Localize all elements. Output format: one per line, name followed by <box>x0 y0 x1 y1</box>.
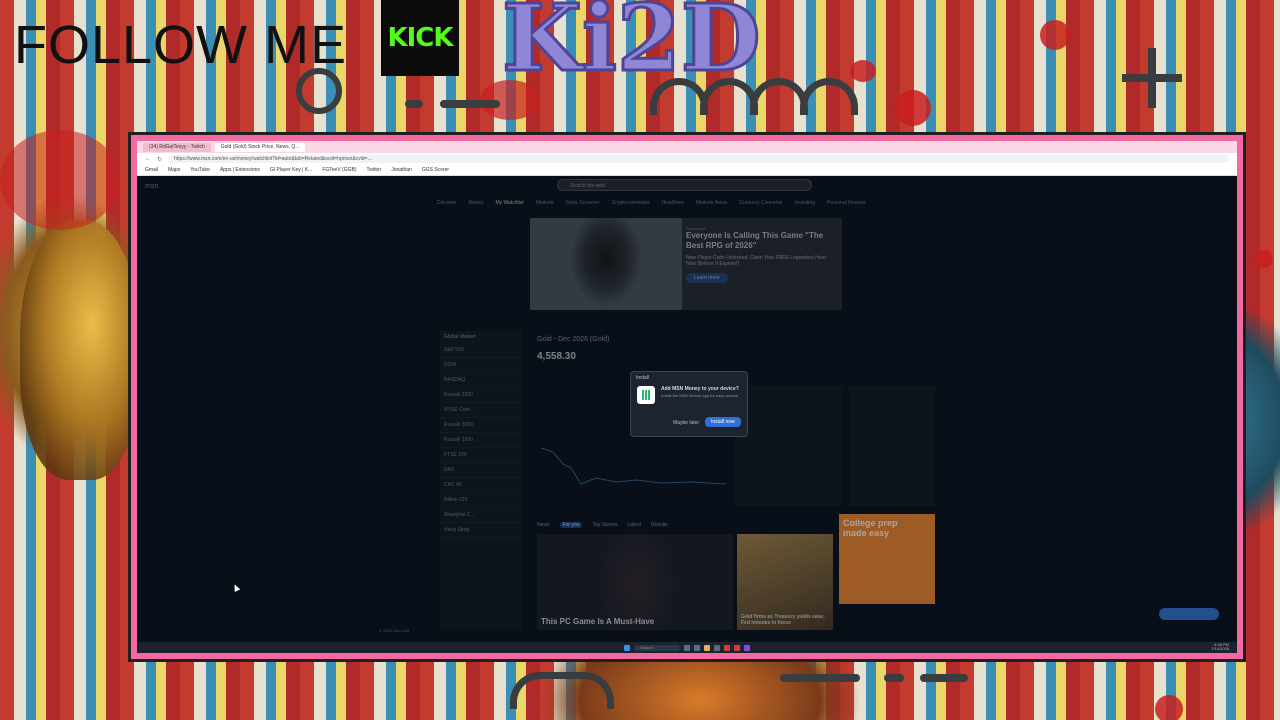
msn-money-app-icon <box>637 386 655 404</box>
bookmark-item[interactable]: GI Player Key | K... <box>270 167 312 173</box>
install-dialog-title: Add MSN Money to your device? <box>661 386 739 392</box>
msn-money-page: msn Search the web Discover Money My Wat… <box>137 176 1237 642</box>
bookmark-item[interactable]: Gmail <box>145 167 158 173</box>
folder-icon[interactable] <box>704 644 710 651</box>
start-icon[interactable] <box>624 644 630 651</box>
browser-tabbar: (34) RdGalTesyy - Twitch Gold (Gold) Sto… <box>137 141 1237 153</box>
taskbar-app-icon[interactable] <box>684 644 690 651</box>
bookmarks-bar: Gmail Maps YouTube Apps | Extensions GI … <box>137 165 1237 176</box>
paint-splat <box>850 60 876 82</box>
feedback-button[interactable] <box>1159 608 1219 620</box>
line-decoration <box>920 674 968 682</box>
taskbar-app-icon[interactable] <box>714 644 720 651</box>
arch-decoration <box>510 672 614 709</box>
bookmark-item[interactable]: FGTeeV (GGB) <box>322 167 356 173</box>
bookmark-item[interactable]: YouTube <box>190 167 210 173</box>
taskbar-app-icon[interactable] <box>724 644 730 651</box>
line-decoration <box>780 674 860 682</box>
bookmark-item[interactable]: Jonathan <box>391 167 412 173</box>
bookmark-item[interactable]: Apps | Extensions <box>220 167 260 173</box>
browser-tab[interactable]: (34) RdGalTesyy - Twitch <box>143 142 211 152</box>
paint-splat <box>1040 20 1070 50</box>
address-bar-row: ← ↻ https://www.msn.com/en-us/money/watc… <box>137 153 1237 165</box>
paint-splat <box>1255 250 1273 268</box>
taskbar-app-icon[interactable] <box>694 644 700 651</box>
windows-taskbar: Search 4:38 PM 7/14/2026 <box>137 642 1237 653</box>
paint-splat <box>895 90 931 126</box>
plus-decoration-icon <box>1122 48 1182 108</box>
screen-capture-frame: (34) RdGalTesyy - Twitch Gold (Gold) Sto… <box>128 132 1246 662</box>
address-bar[interactable]: https://www.msn.com/en-us/money/watchlis… <box>168 155 1229 163</box>
line-decoration <box>405 100 423 108</box>
browser-tab-active[interactable]: Gold (Gold) Stock Price, News, Q... <box>214 142 306 152</box>
clock-date: 7/14/2026 <box>1211 646 1229 651</box>
bookmark-item[interactable]: GGS Scorer <box>422 167 449 173</box>
browser-window: (34) RdGalTesyy - Twitch Gold (Gold) Sto… <box>137 141 1237 653</box>
install-dialog-desc: Install the MSN Money app for easy acces… <box>661 393 740 398</box>
taskbar-search[interactable]: Search <box>634 644 680 651</box>
install-now-button[interactable]: Install now <box>705 417 741 427</box>
taskbar-app-icon[interactable] <box>734 644 740 651</box>
circle-decoration <box>296 68 342 114</box>
install-dialog-header: Install <box>636 375 650 381</box>
taskbar-app-icon[interactable] <box>744 644 750 651</box>
paint-splat <box>0 130 120 230</box>
install-app-dialog: Install Add MSN Money to your device? In… <box>630 371 748 437</box>
taskbar-clock[interactable]: 4:38 PM 7/14/2026 <box>1211 643 1229 651</box>
skull-artwork <box>20 220 140 480</box>
kick-logo: KICK <box>381 0 459 76</box>
paint-splat <box>1155 695 1183 720</box>
maybe-later-button[interactable]: Maybe later <box>669 418 703 428</box>
bookmark-item[interactable]: Twitter <box>367 167 382 173</box>
line-decoration <box>884 674 904 682</box>
follow-me-text: FOLLOW ME <box>14 15 348 75</box>
back-arrow-icon[interactable]: ← <box>145 156 151 162</box>
bookmark-item[interactable]: Maps <box>168 167 180 173</box>
line-decoration <box>440 100 500 108</box>
refresh-icon[interactable]: ↻ <box>157 156 162 163</box>
kick-logo-text: KICK <box>387 23 453 53</box>
